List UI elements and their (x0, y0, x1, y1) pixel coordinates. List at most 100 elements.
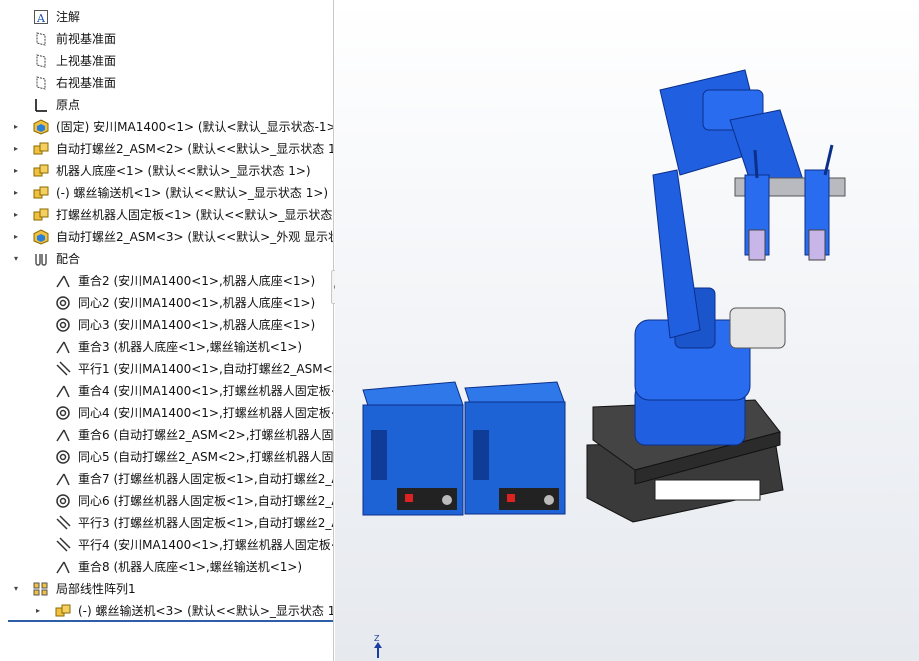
tree-item[interactable]: 同心3 (安川MA1400<1>,机器人底座<1>) (0, 314, 333, 336)
tree-item[interactable]: 平行1 (安川MA1400<1>,自动打螺丝2_ASM<2 (0, 358, 334, 380)
concentric-mate-icon (55, 317, 71, 333)
parallel-mate-icon (55, 515, 71, 531)
tree-item-label: 平行1 (安川MA1400<1>,自动打螺丝2_ASM<2 (78, 362, 334, 376)
tree-item[interactable]: ▸ 打螺丝机器人固定板<1> (默认<<默认>_显示状态 1 (0, 204, 334, 226)
concentric-mate-icon (55, 295, 71, 311)
expand-arrow-icon[interactable]: ▸ (10, 160, 22, 182)
mates-folder-icon (33, 251, 49, 267)
tree-item-label: 重合2 (安川MA1400<1>,机器人底座<1>) (78, 274, 316, 288)
tree-item[interactable]: ▾ 配合 (0, 248, 333, 270)
tree-item-label: 重合6 (自动打螺丝2_ASM<2>,打螺丝机器人固定 (78, 428, 334, 442)
tree-item-label: (固定) 安川MA1400<1> (默认<默认_显示状态-1>) (56, 120, 334, 134)
tree-item-label: 同心4 (安川MA1400<1>,打螺丝机器人固定板< (78, 406, 334, 420)
axis-z-label: Z (374, 634, 380, 643)
tree-item[interactable]: 重合3 (机器人底座<1>,螺丝输送机<1>) (0, 336, 333, 358)
tree-item-label: 同心3 (安川MA1400<1>,机器人底座<1>) (78, 318, 316, 332)
tree-item-label: 自动打螺丝2_ASM<3> (默认<<默认>_外观 显示状 (56, 230, 334, 244)
tree-item[interactable]: ▾ 局部线性阵列1 (0, 578, 333, 600)
graphics-viewport[interactable]: Z (335, 0, 919, 661)
annotation-icon: A (33, 9, 49, 25)
3d-model-scene[interactable] (335, 0, 919, 661)
tree-item[interactable]: ▸ 机器人底座<1> (默认<<默认>_显示状态 1>) (0, 160, 333, 182)
assembly-icon (33, 185, 49, 201)
expand-arrow-icon[interactable]: ▸ (10, 138, 22, 160)
collapse-arrow-icon[interactable]: ▾ (10, 248, 22, 270)
tree-item[interactable]: 同心5 (自动打螺丝2_ASM<2>,打螺丝机器人固定 (0, 446, 334, 468)
screw-feeder-2[interactable] (464, 381, 566, 515)
tree-item[interactable]: 右视基准面 (0, 72, 333, 94)
expand-arrow-icon[interactable]: ▸ (10, 182, 22, 204)
tree-item-label: 重合3 (机器人底座<1>,螺丝输送机<1>) (78, 340, 303, 354)
tree-item-label: (-) 螺丝输送机<3> (默认<<默认>_显示状态 1> (78, 604, 334, 618)
expand-arrow-icon[interactable]: ▸ (32, 600, 44, 622)
tree-item[interactable]: 平行4 (安川MA1400<1>,打螺丝机器人固定板< (0, 534, 334, 556)
tree-item-label: 机器人底座<1> (默认<<默认>_显示状态 1>) (56, 164, 311, 178)
parallel-mate-icon (55, 361, 71, 377)
tree-item-label: 打螺丝机器人固定板<1> (默认<<默认>_显示状态 1 (56, 208, 334, 222)
tree-item[interactable]: ▸ (-) 螺丝输送机<1> (默认<<默认>_显示状态 1>) (0, 182, 333, 204)
tree-selection-underline (8, 620, 333, 622)
expand-arrow-icon[interactable]: ▸ (10, 226, 22, 248)
assembly-icon (33, 163, 49, 179)
coincident-mate-icon (55, 471, 71, 487)
tree-item[interactable]: ▸ 自动打螺丝2_ASM<2> (默认<<默认>_显示状态 1> (0, 138, 334, 160)
part-blue-icon (33, 229, 49, 245)
tree-item[interactable]: 重合4 (安川MA1400<1>,打螺丝机器人固定板< (0, 380, 334, 402)
coincident-mate-icon (55, 383, 71, 399)
tree-item-label: 配合 (56, 252, 81, 266)
tree-item[interactable]: 原点 (0, 94, 333, 116)
collapse-arrow-icon[interactable]: ▾ (10, 578, 22, 600)
tree-item-label: 平行4 (安川MA1400<1>,打螺丝机器人固定板< (78, 538, 334, 552)
tree-item-label: 重合8 (机器人底座<1>,螺丝输送机<1>) (78, 560, 303, 574)
tree-item-label: (-) 螺丝输送机<1> (默认<<默认>_显示状态 1>) (56, 186, 329, 200)
expand-arrow-icon[interactable]: ▸ (10, 204, 22, 226)
tree-item-label: 同心5 (自动打螺丝2_ASM<2>,打螺丝机器人固定 (78, 450, 334, 464)
assembly-icon (33, 207, 49, 223)
assembly-icon (55, 603, 71, 619)
tree-item[interactable]: 重合7 (打螺丝机器人固定板<1>,自动打螺丝2_A (0, 468, 333, 490)
part-blue-icon (33, 119, 49, 135)
expand-arrow-icon[interactable]: ▸ (10, 116, 22, 138)
tree-item[interactable]: 同心6 (打螺丝机器人固定板<1>,自动打螺丝2_A (0, 490, 333, 512)
tree-item[interactable]: ▸ 自动打螺丝2_ASM<3> (默认<<默认>_外观 显示状 (0, 226, 334, 248)
tree-item[interactable]: ▸ (-) 螺丝输送机<3> (默认<<默认>_显示状态 1> (0, 600, 334, 622)
tree-item[interactable]: 前视基准面 (0, 28, 333, 50)
tree-item-label: 右视基准面 (56, 76, 117, 90)
tree-item-label: 局部线性阵列1 (56, 582, 136, 596)
concentric-mate-icon (55, 449, 71, 465)
feature-manager-tree: A 注解 前视基准面 上视基准面 右视基准面 原点 ▸ (固定) 安川MA1400<1> (默… (0, 0, 334, 661)
tree-item[interactable]: 同心4 (安川MA1400<1>,打螺丝机器人固定板< (0, 402, 334, 424)
tree-list: A 注解 前视基准面 上视基准面 右视基准面 原点 ▸ (固定) 安川MA1400<1> (默… (0, 6, 334, 622)
tree-item-label: 注解 (56, 10, 81, 24)
tree-item[interactable]: 重合2 (安川MA1400<1>,机器人底座<1>) (0, 270, 333, 292)
tree-item-label: 前视基准面 (56, 32, 117, 46)
tree-item[interactable]: 平行3 (打螺丝机器人固定板<1>,自动打螺丝2_A (0, 512, 333, 534)
tree-item[interactable]: 同心2 (安川MA1400<1>,机器人底座<1>) (0, 292, 333, 314)
assembly-icon (33, 141, 49, 157)
tree-item[interactable]: 重合8 (机器人底座<1>,螺丝输送机<1>) (0, 556, 333, 578)
screw-feeder-1[interactable] (362, 381, 464, 516)
coincident-mate-icon (55, 559, 71, 575)
parallel-mate-icon (55, 537, 71, 553)
robot-arm[interactable] (634, 69, 846, 446)
tree-item-label: 自动打螺丝2_ASM<2> (默认<<默认>_显示状态 1> (56, 142, 334, 156)
coincident-mate-icon (55, 339, 71, 355)
coincident-mate-icon (55, 427, 71, 443)
tree-item[interactable]: 重合6 (自动打螺丝2_ASM<2>,打螺丝机器人固定 (0, 424, 334, 446)
tree-item-label: 重合4 (安川MA1400<1>,打螺丝机器人固定板< (78, 384, 334, 398)
linear-pattern-icon (33, 581, 49, 597)
tree-item[interactable]: ▸ (固定) 安川MA1400<1> (默认<默认_显示状态-1>) (0, 116, 334, 138)
tree-item[interactable]: 上视基准面 (0, 50, 333, 72)
tree-item[interactable]: A 注解 (0, 6, 333, 28)
